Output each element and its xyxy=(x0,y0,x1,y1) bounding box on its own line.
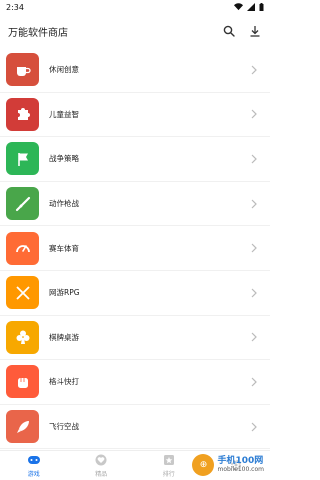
puzzle-icon xyxy=(17,108,30,121)
app-title: 万能软件商店 xyxy=(8,27,68,39)
nav-label: 排行 xyxy=(162,471,175,478)
chevron-right-icon xyxy=(251,422,257,431)
category-tile xyxy=(6,142,39,176)
category-label: 网游RPG xyxy=(49,288,80,298)
nav-tab-featured[interactable]: 精品 xyxy=(68,451,136,480)
gear-icon xyxy=(229,458,243,472)
chevron-right-icon xyxy=(251,332,257,342)
category-tile xyxy=(6,365,39,399)
chevron-right-icon xyxy=(251,288,257,298)
chevron-right-icon xyxy=(251,377,257,387)
battery-icon xyxy=(259,3,264,11)
crossed-swords-icon xyxy=(15,286,30,300)
speedometer-icon xyxy=(15,245,30,253)
status-icons xyxy=(234,3,264,11)
category-label: 格斗快打 xyxy=(49,377,79,387)
chevron-right-icon xyxy=(251,109,257,119)
coffee-cup-icon xyxy=(16,66,31,76)
status-bar: 2:34 xyxy=(0,0,270,14)
app-bar: 万能软件商店 xyxy=(0,14,270,48)
nav-label: 游戏 xyxy=(27,471,40,478)
category-tile xyxy=(6,97,39,131)
nav-tab-games[interactable]: 游戏 xyxy=(0,451,68,480)
app-actions xyxy=(222,24,262,38)
chevron-right-icon xyxy=(251,65,257,75)
nav-tab-ranking[interactable]: 排行 xyxy=(135,451,203,480)
category-label: 棋牌桌游 xyxy=(49,332,79,342)
category-tile xyxy=(6,320,39,354)
rifle-icon xyxy=(15,196,30,211)
category-tile xyxy=(6,187,39,221)
status-time: 2:34 xyxy=(6,2,24,12)
category-item-casual[interactable]: 休闲创意 xyxy=(0,48,270,93)
chevron-right-icon xyxy=(251,199,257,209)
club-card-icon xyxy=(16,330,29,345)
category-item-strategy[interactable]: 战争策略 xyxy=(0,137,270,182)
category-label: 赛车体育 xyxy=(49,243,79,253)
category-label: 休闲创意 xyxy=(49,65,79,75)
category-item-rpg[interactable]: 网游RPG xyxy=(0,271,270,316)
wifi-icon xyxy=(234,3,243,11)
category-item-flight[interactable]: 飞行空战 xyxy=(0,405,270,450)
heart-badge-icon xyxy=(94,453,108,467)
gamepad-icon xyxy=(27,453,41,467)
nav-tab-settings[interactable] xyxy=(203,451,271,480)
signal-icon xyxy=(247,3,255,11)
nav-label: 精品 xyxy=(95,471,108,478)
fist-icon xyxy=(17,377,28,388)
search-icon[interactable] xyxy=(222,24,236,38)
category-tile xyxy=(6,410,39,444)
chevron-right-icon xyxy=(251,243,257,253)
bottom-nav: 游戏 精品 排行 xyxy=(0,450,270,480)
category-item-action[interactable]: 动作枪战 xyxy=(0,182,270,227)
category-label: 战争策略 xyxy=(49,154,79,164)
chevron-right-icon xyxy=(251,154,257,164)
category-label: 儿童益智 xyxy=(49,109,79,119)
category-item-fighting[interactable]: 格斗快打 xyxy=(0,360,270,405)
category-item-racing[interactable]: 赛车体育 xyxy=(0,226,270,271)
rank-icon xyxy=(162,453,176,467)
category-label: 动作枪战 xyxy=(49,199,79,209)
category-tile xyxy=(6,53,39,87)
category-list: 休闲创意 儿童益智 战争策略 动作枪战 赛车体育 网游RPG 棋牌桌游 格斗快打… xyxy=(0,48,270,450)
category-tile xyxy=(6,276,39,310)
category-label: 飞行空战 xyxy=(49,422,79,432)
category-tile xyxy=(6,231,39,265)
flag-icon xyxy=(17,152,28,166)
download-icon[interactable] xyxy=(248,24,262,38)
category-item-kids[interactable]: 儿童益智 xyxy=(0,93,270,138)
category-item-board[interactable]: 棋牌桌游 xyxy=(0,316,270,361)
rocket-icon xyxy=(16,420,29,433)
